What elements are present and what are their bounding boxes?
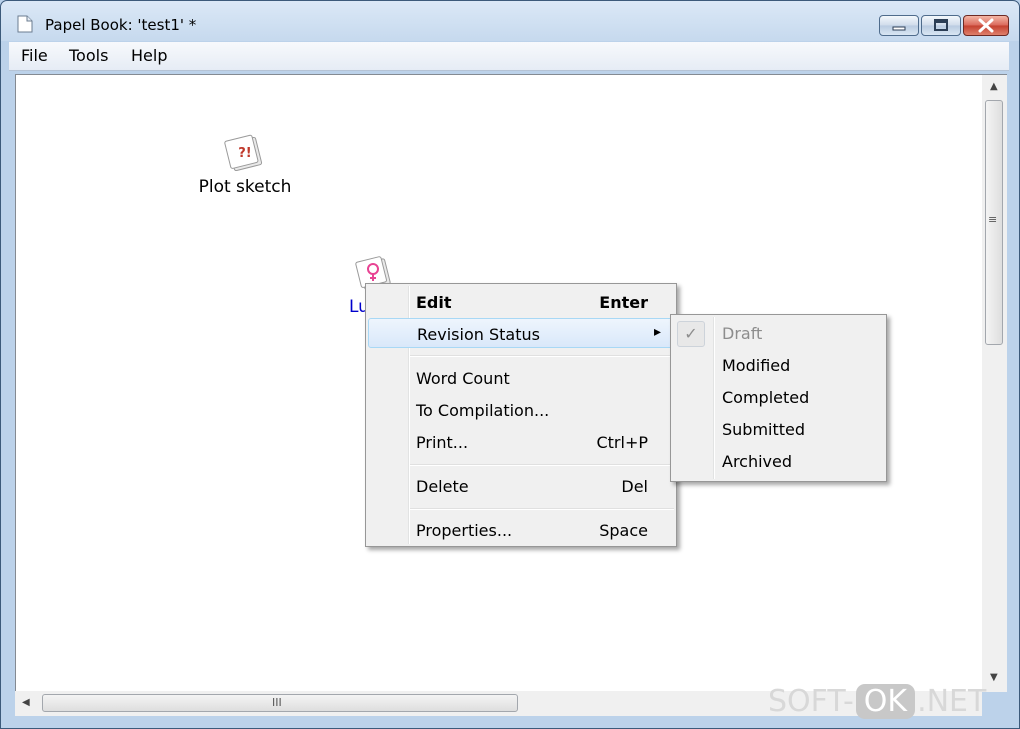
svg-text:?!: ?!: [238, 146, 251, 161]
menu-item-shortcut: Ctrl+P: [596, 433, 648, 452]
menu-separator: [410, 508, 674, 510]
menu-file[interactable]: File: [21, 46, 48, 65]
close-icon: [978, 18, 994, 33]
menu-item-revision-status[interactable]: Revision Status ▸: [368, 318, 674, 348]
menu-item-shortcut: Enter: [599, 293, 648, 312]
vertical-scrollbar[interactable]: ▲ ≡ ▼: [982, 74, 1007, 692]
window-title: Papel Book: 'test1' *: [45, 16, 197, 34]
maximize-icon: [934, 19, 948, 31]
scroll-down-arrow-icon[interactable]: ▼: [990, 672, 998, 683]
context-menu: Edit Enter Revision Status ▸ Word Count …: [365, 283, 677, 547]
menu-item-delete[interactable]: Delete Del: [368, 471, 674, 501]
menu-item-label: To Compilation...: [416, 401, 550, 420]
submenu-item-label: Modified: [722, 356, 791, 375]
menu-item-shortcut: Del: [621, 477, 648, 496]
menu-item-word-count[interactable]: Word Count: [368, 363, 674, 393]
grip-icon: III: [272, 696, 282, 709]
menu-help[interactable]: Help: [131, 46, 167, 65]
watermark: SOFT- OK .NET: [768, 684, 986, 719]
grip-icon: ≡: [988, 213, 998, 226]
menu-item-label: Revision Status: [417, 325, 540, 344]
menu-item-label: Properties...: [416, 521, 513, 540]
menu-bar: File Tools Help: [9, 42, 1009, 71]
scroll-left-arrow-icon[interactable]: ◀: [22, 697, 30, 708]
submenu-item-completed[interactable]: Completed: [673, 382, 884, 412]
submenu-item-submitted[interactable]: Submitted: [673, 414, 884, 444]
watermark-left: SOFT-: [768, 684, 854, 719]
question-exclaim-note-icon: ?!: [224, 134, 263, 172]
revision-status-submenu: ✓ Draft Modified Completed Submitted Arc…: [670, 314, 887, 482]
menu-item-label: Edit: [416, 293, 452, 312]
maximize-button[interactable]: [921, 15, 961, 36]
submenu-item-archived[interactable]: Archived: [673, 446, 884, 476]
submenu-item-draft[interactable]: ✓ Draft: [673, 318, 884, 348]
submenu-item-label: Completed: [722, 388, 810, 407]
menu-separator: [410, 464, 674, 466]
submenu-item-label: Archived: [722, 452, 793, 471]
submenu-item-label: Submitted: [722, 420, 806, 439]
menu-tools[interactable]: Tools: [69, 46, 108, 65]
submenu-item-modified[interactable]: Modified: [673, 350, 884, 380]
close-button[interactable]: [963, 15, 1009, 36]
menu-item-label: Word Count: [416, 369, 510, 388]
horizontal-scroll-thumb[interactable]: III: [42, 694, 518, 712]
menu-item-to-compilation[interactable]: To Compilation...: [368, 395, 674, 425]
menu-separator: [410, 355, 674, 357]
submenu-arrow-icon: ▸: [653, 324, 661, 340]
minimize-button[interactable]: [879, 15, 919, 36]
vertical-scroll-thumb[interactable]: ≡: [985, 100, 1003, 345]
title-bar[interactable]: Papel Book: 'test1' *: [1, 1, 1019, 43]
menu-item-edit[interactable]: Edit Enter: [368, 287, 674, 317]
submenu-item-label: Draft: [722, 324, 763, 343]
document-app-icon: [17, 15, 33, 33]
minimize-icon: [892, 26, 906, 31]
scroll-up-arrow-icon[interactable]: ▲: [990, 81, 998, 92]
menu-item-properties[interactable]: Properties... Space: [368, 515, 674, 545]
node-label: Plot sketch: [198, 177, 292, 197]
menu-item-label: Delete: [416, 477, 469, 496]
menu-item-print[interactable]: Print... Ctrl+P: [368, 427, 674, 457]
watermark-right: .NET: [917, 684, 987, 719]
node-plot-sketch[interactable]: ?! Plot sketch: [190, 131, 300, 197]
checkmark-icon: ✓: [677, 321, 705, 347]
menu-item-label: Print...: [416, 433, 469, 452]
menu-item-shortcut: Space: [599, 521, 648, 540]
watermark-badge: OK: [855, 684, 916, 719]
